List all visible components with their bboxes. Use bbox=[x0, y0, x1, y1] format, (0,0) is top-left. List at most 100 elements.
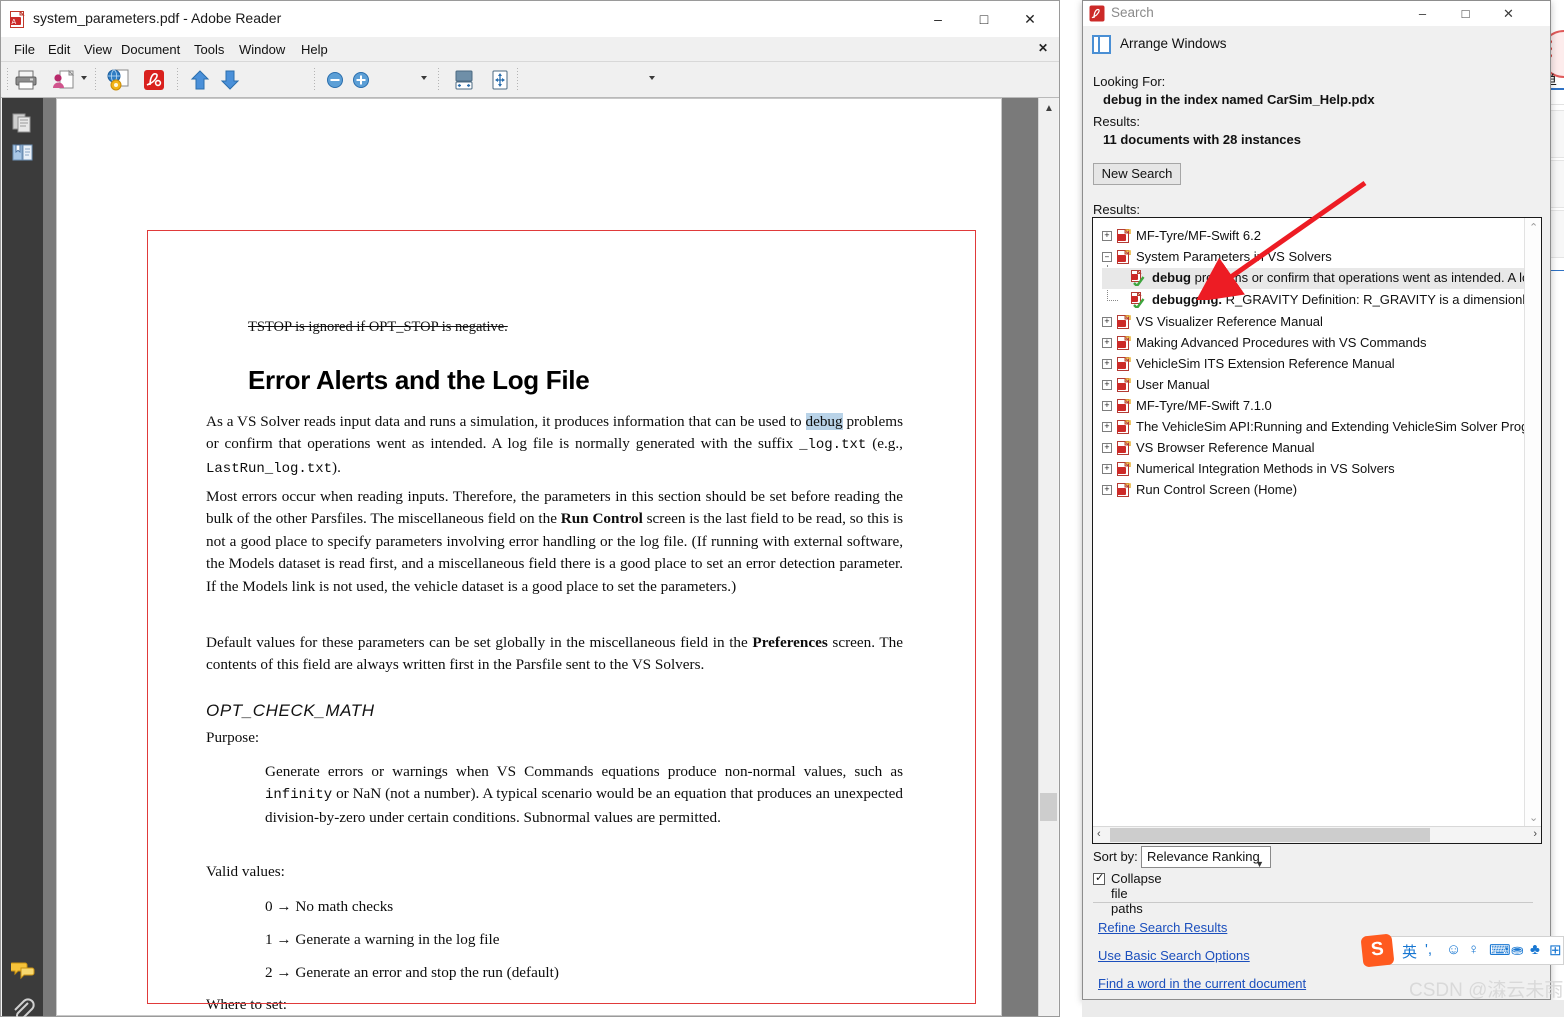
sort-by-label: Sort by: bbox=[1093, 849, 1138, 864]
expand-toggle-icon[interactable]: + bbox=[1102, 317, 1112, 327]
collapse-toggle-icon[interactable]: – bbox=[1102, 252, 1112, 262]
results-count-label: Results: bbox=[1093, 114, 1140, 129]
acrobat-search-icon bbox=[1089, 5, 1105, 22]
find-dropdown-caret-icon[interactable] bbox=[649, 76, 655, 80]
menu-item-file[interactable]: File bbox=[7, 41, 42, 58]
search-hit-icon bbox=[1131, 292, 1145, 308]
bookmarks-panel-icon[interactable] bbox=[11, 142, 35, 164]
toolbar-separator bbox=[438, 68, 439, 92]
ime-skin-icon[interactable]: ♣ bbox=[1530, 941, 1540, 958]
scroll-down-icon[interactable]: ⌄ bbox=[1529, 811, 1538, 824]
expand-toggle-icon[interactable]: + bbox=[1102, 231, 1112, 241]
acrobat-com-icon[interactable] bbox=[141, 68, 167, 92]
expand-toggle-icon[interactable]: + bbox=[1102, 380, 1112, 390]
results-list-label: Results: bbox=[1093, 202, 1140, 217]
ime-keyboard-icon[interactable]: ⌨ bbox=[1489, 941, 1511, 959]
ime-punctuation-icon[interactable]: ', bbox=[1425, 941, 1432, 958]
expand-toggle-icon[interactable]: + bbox=[1102, 443, 1112, 453]
search-highlight: debug bbox=[805, 413, 843, 430]
comments-panel-icon[interactable] bbox=[11, 958, 35, 980]
where-to-set-label: Where to set: bbox=[206, 996, 287, 1013]
fit-page-icon[interactable] bbox=[487, 68, 513, 92]
document-vertical-scrollbar[interactable]: ▲ bbox=[1038, 98, 1058, 1016]
search-titlebar: Search – □ ✕ bbox=[1083, 1, 1550, 26]
tree-node-label: VehicleSim ITS Extension Reference Manua… bbox=[1136, 356, 1395, 371]
menu-item-tools[interactable]: Tools bbox=[187, 41, 231, 58]
ime-more-icon[interactable]: ⊞ bbox=[1549, 941, 1562, 959]
menu-item-window[interactable]: Window bbox=[232, 41, 292, 58]
pdf-doc-icon bbox=[1117, 315, 1131, 329]
pages-panel-icon[interactable] bbox=[11, 112, 35, 134]
valid-value-item-1: 1 → Generate a warning in the log file bbox=[265, 931, 500, 948]
expand-toggle-icon[interactable]: + bbox=[1102, 338, 1112, 348]
red-annotation-arrow bbox=[1195, 180, 1367, 300]
valid-value-item-2: 2 → Generate an error and stop the run (… bbox=[265, 964, 559, 981]
collapse-file-paths-checkbox[interactable] bbox=[1093, 871, 1105, 885]
refine-search-results-link[interactable]: Refine Search Results bbox=[1098, 920, 1227, 935]
zoom-dropdown-caret-icon[interactable] bbox=[421, 76, 427, 80]
zoom-out-icon[interactable] bbox=[322, 68, 348, 92]
reader-menubar: File Edit View Document Tools Window Hel… bbox=[1, 37, 1059, 62]
pdf-doc-icon bbox=[1117, 462, 1131, 476]
menu-item-help[interactable]: Help bbox=[294, 41, 335, 58]
pdf-doc-icon bbox=[1117, 399, 1131, 413]
fit-width-icon[interactable] bbox=[451, 68, 477, 92]
arrange-windows-icon[interactable] bbox=[1092, 35, 1111, 54]
parameter-name-opt-check-math: OPT_CHECK_MATH bbox=[206, 701, 375, 720]
pdf-doc-icon bbox=[1117, 378, 1131, 392]
pdf-document-area[interactable]: TSTOP is ignored if OPT_STOP is negative… bbox=[43, 98, 1038, 1016]
scroll-up-icon[interactable]: ⌃ bbox=[1529, 221, 1538, 234]
ime-language-icon[interactable]: 英 bbox=[1402, 941, 1417, 962]
arrow-up-icon[interactable] bbox=[187, 68, 213, 92]
pdf-doc-icon bbox=[1117, 229, 1131, 243]
share-dropdown-caret-icon[interactable] bbox=[81, 76, 87, 80]
search-close-button[interactable]: ✕ bbox=[1487, 1, 1530, 26]
search-results-tree[interactable]: + MF-Tyre/MF-Swift 6.2 – System Paramete… bbox=[1092, 217, 1542, 844]
menu-item-document[interactable]: Document bbox=[114, 41, 187, 58]
globe-document-icon[interactable] bbox=[105, 68, 131, 92]
scroll-left-icon[interactable]: ‹ bbox=[1097, 828, 1101, 840]
menu-item-view[interactable]: View bbox=[77, 41, 119, 58]
expand-toggle-icon[interactable]: + bbox=[1102, 485, 1112, 495]
new-search-button[interactable]: New Search bbox=[1093, 163, 1181, 185]
share-document-icon[interactable] bbox=[51, 68, 77, 92]
search-window-title: Search bbox=[1111, 5, 1154, 20]
ime-microphone-icon[interactable]: ♀ bbox=[1468, 941, 1479, 958]
results-vertical-scrollbar[interactable]: ⌃ ⌄ bbox=[1524, 218, 1541, 827]
expand-toggle-icon[interactable]: + bbox=[1102, 464, 1112, 474]
menu-item-edit[interactable]: Edit bbox=[41, 41, 77, 58]
scrollbar-thumb[interactable] bbox=[1040, 793, 1057, 821]
reader-maximize-button[interactable]: □ bbox=[961, 1, 1007, 37]
sort-by-select[interactable]: Relevance Ranking ▼ bbox=[1141, 846, 1271, 869]
watermark-text: CSDN @潹云未雨 bbox=[1409, 980, 1564, 1001]
expand-toggle-icon[interactable]: + bbox=[1102, 401, 1112, 411]
scroll-right-icon[interactable]: › bbox=[1533, 828, 1537, 840]
chevron-down-icon[interactable]: ▼ bbox=[1255, 854, 1264, 874]
sogou-logo-icon[interactable]: S bbox=[1360, 933, 1395, 968]
expand-toggle-icon[interactable]: + bbox=[1102, 422, 1112, 432]
results-horizontal-scrollbar[interactable]: ‹ › bbox=[1093, 826, 1541, 843]
toolbar-separator bbox=[7, 68, 8, 92]
screen-root: ❮ ••• 单 A system_parameters.pdf - Adobe … bbox=[0, 0, 1564, 1017]
ime-emoji-icon[interactable]: ☺ bbox=[1446, 941, 1461, 958]
arrange-windows-label[interactable]: Arrange Windows bbox=[1120, 36, 1227, 51]
paragraph-1-code-2: LastRun_log.txt bbox=[206, 460, 333, 477]
reader-close-button[interactable]: ✕ bbox=[1007, 1, 1053, 37]
attachments-panel-icon[interactable] bbox=[11, 998, 35, 1017]
reader-minimize-button[interactable]: – bbox=[915, 1, 961, 37]
scroll-up-icon[interactable]: ▲ bbox=[1044, 103, 1054, 114]
use-basic-search-options-link[interactable]: Use Basic Search Options bbox=[1098, 948, 1250, 963]
pdf-doc-icon bbox=[1117, 441, 1131, 455]
menubar-close-icon[interactable]: ✕ bbox=[1038, 41, 1048, 55]
expand-toggle-icon[interactable]: + bbox=[1102, 359, 1112, 369]
looking-for-value: debug in the index named CarSim_Help.pdx bbox=[1103, 92, 1375, 107]
printer-icon[interactable] bbox=[13, 68, 39, 92]
ime-account-icon[interactable]: ⛂ bbox=[1511, 941, 1524, 959]
arrow-down-icon[interactable] bbox=[217, 68, 243, 92]
zoom-in-icon[interactable] bbox=[348, 68, 374, 92]
search-minimize-button[interactable]: – bbox=[1401, 1, 1444, 26]
find-word-in-document-link[interactable]: Find a word in the current document bbox=[1098, 976, 1306, 991]
hscrollbar-thumb[interactable] bbox=[1110, 828, 1430, 842]
search-maximize-button[interactable]: □ bbox=[1444, 1, 1487, 26]
ime-toolbar[interactable]: S 英 ', ☺ ♀ ⌨ ⛂ ♣ ⊞ bbox=[1360, 933, 1564, 968]
